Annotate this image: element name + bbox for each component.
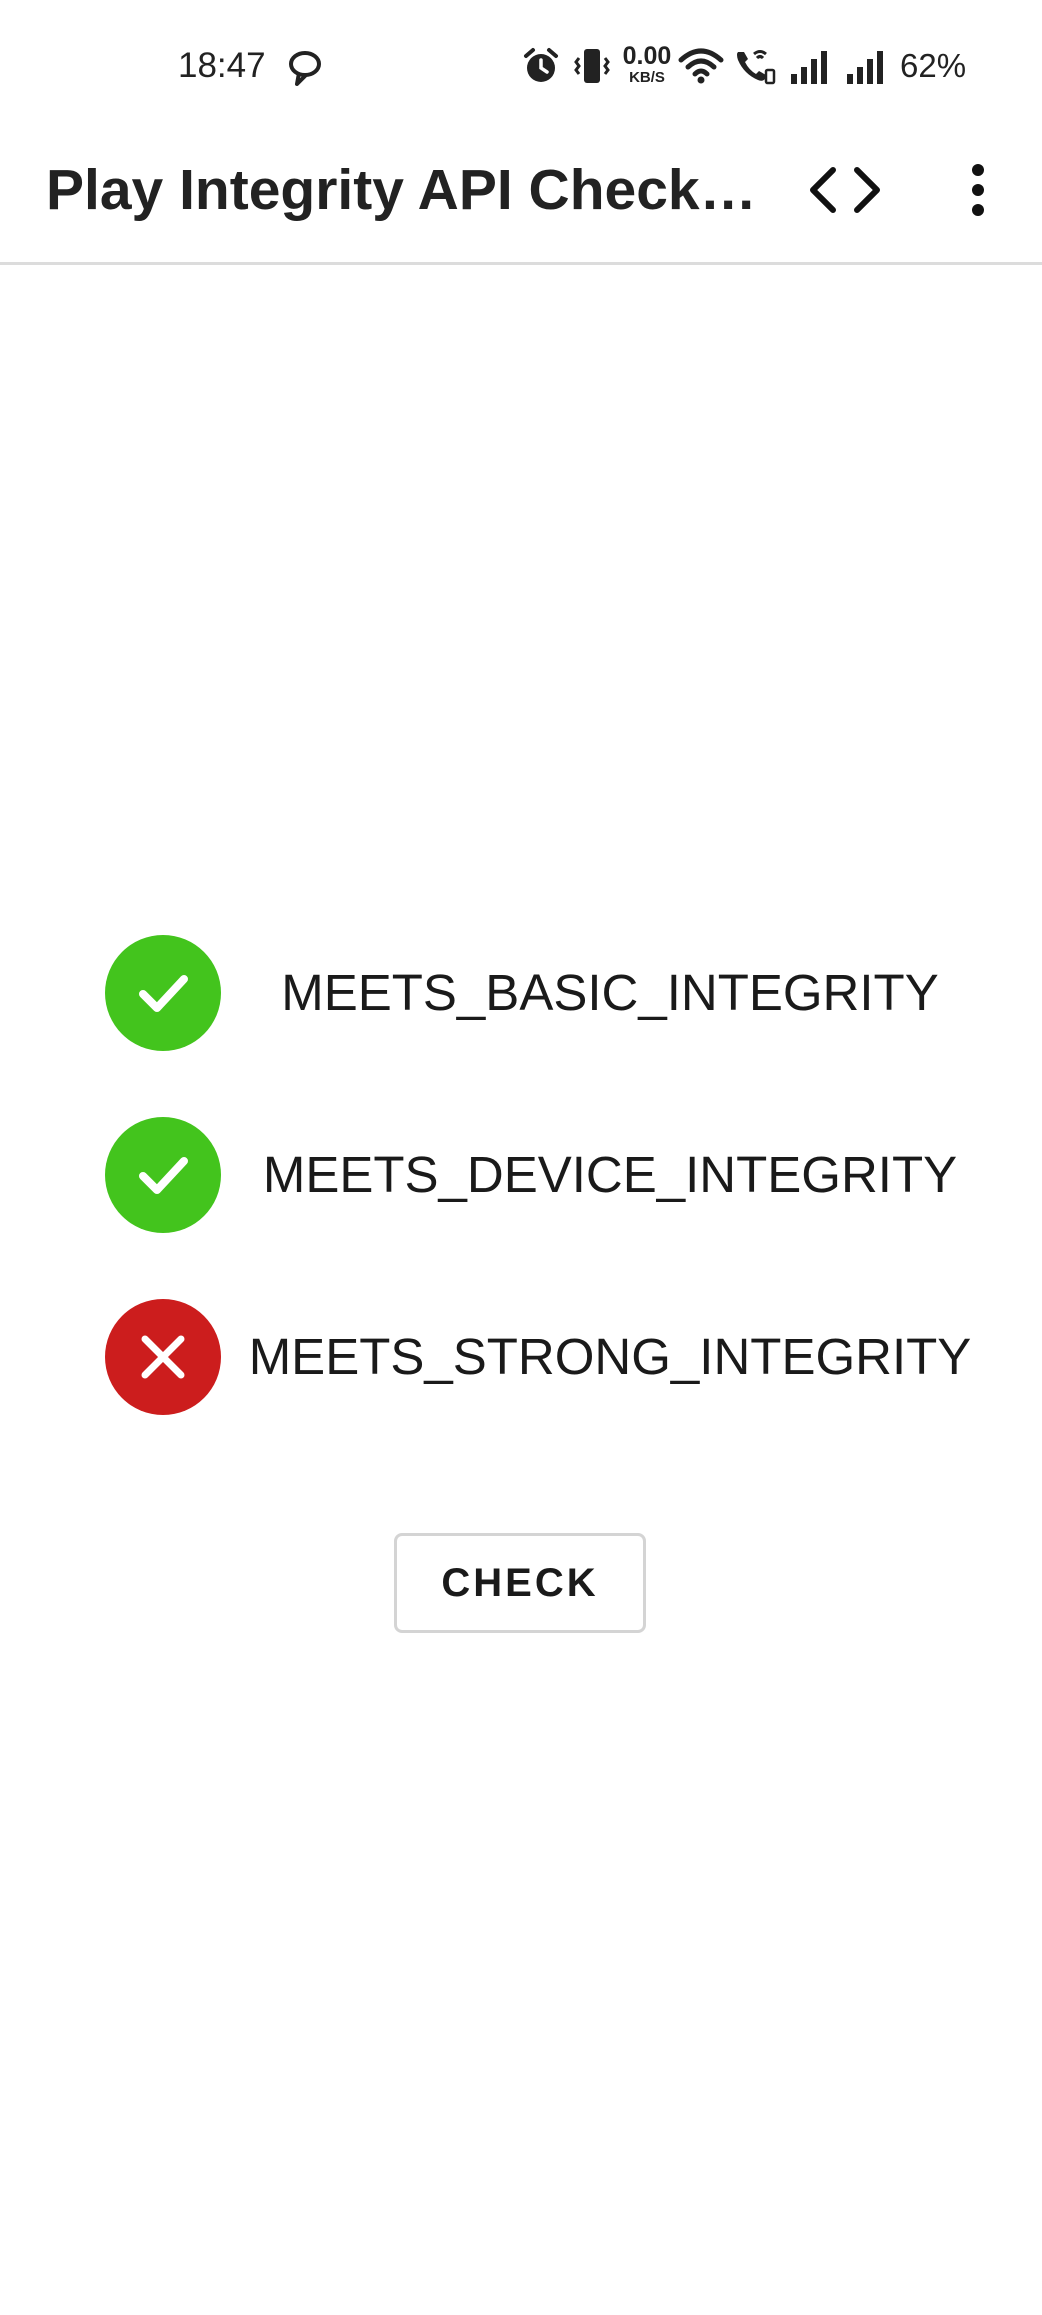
integrity-results-list: MEETS_BASIC_INTEGRITY MEETS_DEVICE_INTEG… (0, 930, 1042, 1476)
app-title: Play Integrity API Check… (46, 158, 757, 222)
check-button[interactable]: CHECK (394, 1533, 646, 1633)
net-speed-value: 0.00 (622, 42, 672, 70)
check-circle-icon (105, 1117, 221, 1233)
integrity-row-basic: MEETS_BASIC_INTEGRITY (0, 930, 1042, 1112)
chat-bubble-icon (289, 51, 321, 86)
status-bar: 18:47 0.00 KB/S 62% (0, 0, 1042, 120)
integrity-label: MEETS_STRONG_INTEGRITY (248, 1328, 972, 1385)
wifi-calling-icon (737, 50, 776, 85)
app-bar: Play Integrity API Check… (0, 120, 1042, 265)
integrity-label: MEETS_DEVICE_INTEGRITY (262, 1146, 958, 1203)
integrity-row-device: MEETS_DEVICE_INTEGRITY (0, 1112, 1042, 1294)
net-speed-unit: KB/S (629, 69, 665, 86)
more-vert-icon[interactable] (950, 150, 1006, 230)
check-circle-icon (105, 935, 221, 1051)
signal-icon (847, 51, 883, 84)
alarm-icon (524, 48, 558, 82)
wifi-icon (678, 48, 724, 84)
cross-circle-icon (105, 1299, 221, 1415)
integrity-row-strong: MEETS_STRONG_INTEGRITY (0, 1294, 1042, 1476)
integrity-label: MEETS_BASIC_INTEGRITY (281, 964, 939, 1021)
code-icon[interactable] (800, 150, 890, 230)
battery-level: 62% (900, 47, 967, 84)
net-speed-indicator: 0.00 KB/S (618, 42, 676, 86)
signal-icon (791, 51, 827, 84)
status-time: 18:47 (178, 46, 266, 85)
vibrate-icon (574, 49, 610, 83)
